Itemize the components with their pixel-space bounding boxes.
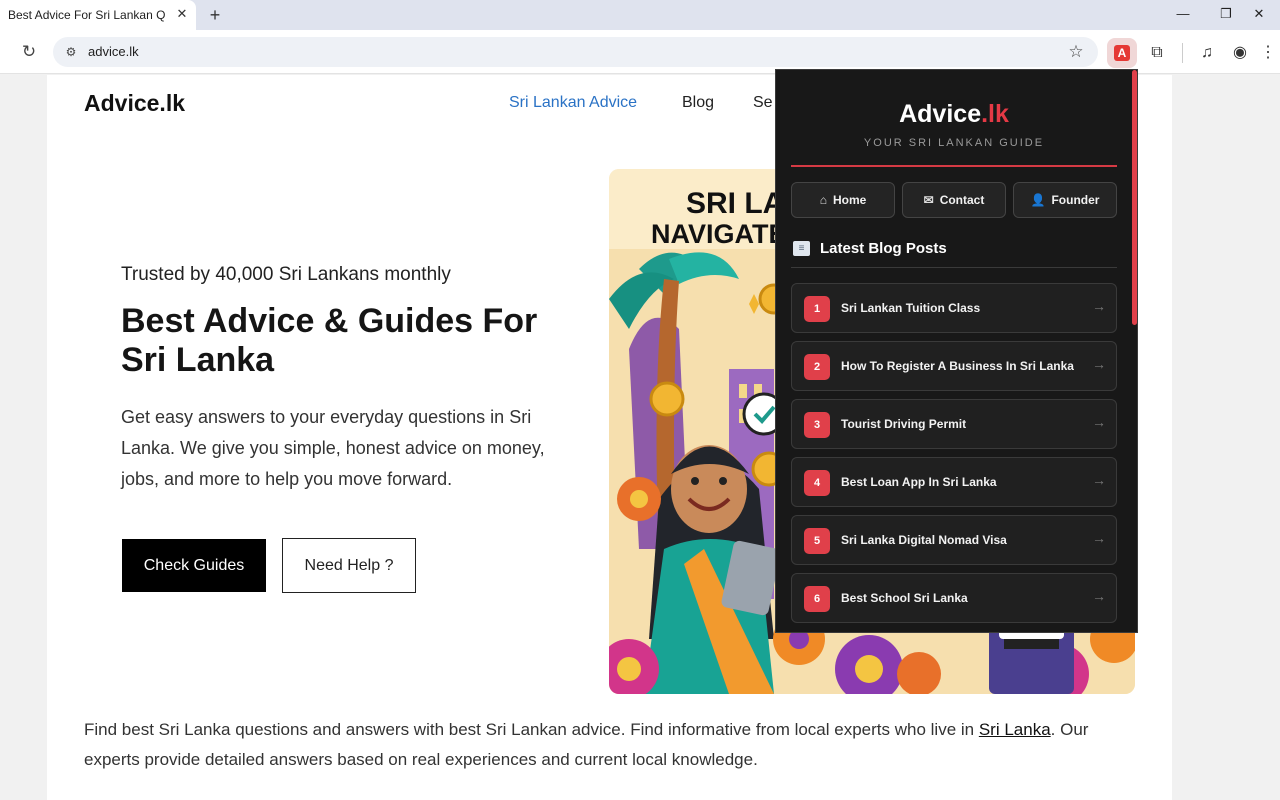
site-logo[interactable]: Advice.lk <box>84 90 185 117</box>
popup-divider <box>791 165 1117 167</box>
address-bar[interactable]: ⚙ advice.lk ☆ <box>53 37 1098 67</box>
heading-divider <box>791 267 1117 268</box>
illustration-heading-line-1: SRI LA <box>686 187 785 220</box>
advice-extension-icon: A <box>1114 45 1130 61</box>
arrow-right-icon: → <box>1092 356 1106 372</box>
blog-posts-heading-text: Latest Blog Posts <box>820 240 947 257</box>
popup-logo: Advice.lk <box>776 100 1132 129</box>
contact-button[interactable]: ✉ Contact <box>902 182 1006 218</box>
illustration-heading-line-2: NAVIGATE <box>651 219 787 249</box>
nav-blog[interactable]: Blog <box>682 94 714 112</box>
kebab-menu-icon[interactable]: ⋮ <box>1256 41 1280 65</box>
post-title: Best School Sri Lanka <box>841 591 968 605</box>
post-number-badge: 4 <box>804 470 830 496</box>
post-title: Sri Lankan Tuition Class <box>841 301 981 315</box>
arrow-right-icon: → <box>1092 588 1106 604</box>
need-help-button[interactable]: Need Help ? <box>282 538 416 593</box>
extension-popup: Advice.lk YOUR SRI LANKAN GUIDE ⌂ Home ✉… <box>775 69 1138 633</box>
blog-post-item[interactable]: 2 How To Register A Business In Sri Lank… <box>791 341 1117 391</box>
blog-post-item[interactable]: 5 Sri Lanka Digital Nomad Visa → <box>791 515 1117 565</box>
puzzle-icon[interactable]: ⧉ <box>1145 41 1169 65</box>
star-icon[interactable]: ☆ <box>1065 41 1087 63</box>
close-icon[interactable]: ✕ <box>174 6 190 22</box>
media-control-icon[interactable]: ♫ <box>1195 41 1219 65</box>
arrow-right-icon: → <box>1092 530 1106 546</box>
popup-logo-main: Advice <box>899 100 982 128</box>
trust-text: Trusted by 40,000 Sri Lankans monthly <box>121 264 451 285</box>
post-number-badge: 3 <box>804 412 830 438</box>
founder-button-label: Founder <box>1051 193 1100 207</box>
arrow-right-icon: → <box>1092 298 1106 314</box>
sri-lanka-link[interactable]: Sri Lanka <box>979 720 1051 739</box>
blog-post-item[interactable]: 3 Tourist Driving Permit → <box>791 399 1117 449</box>
browser-toolbar: ↻ ⚙ advice.lk ☆ <box>0 30 1280 74</box>
post-title: Tourist Driving Permit <box>841 417 967 431</box>
founder-button[interactable]: 👤 Founder <box>1013 182 1117 218</box>
plus-icon[interactable]: + <box>204 4 226 26</box>
popup-subtitle: YOUR SRI LANKAN GUIDE <box>863 137 1045 149</box>
newspaper-icon: ≡ <box>793 241 810 256</box>
post-title: Best Loan App In Sri Lanka <box>841 475 997 489</box>
blog-posts-heading: ≡ Latest Blog Posts <box>793 240 947 257</box>
tab-title: Best Advice For Sri Lankan Que <box>8 8 166 22</box>
check-guides-button[interactable]: Check Guides <box>122 539 266 592</box>
post-title: Sri Lanka Digital Nomad Visa <box>841 533 1007 547</box>
popup-logo-accent: .lk <box>981 100 1009 128</box>
post-number-badge: 1 <box>804 296 830 322</box>
nav-sri-lankan-advice[interactable]: Sri Lankan Advice <box>509 94 637 112</box>
intro-paragraph: Find best Sri Lanka questions and answer… <box>84 715 1114 775</box>
blog-post-item[interactable]: 1 Sri Lankan Tuition Class → <box>791 283 1117 333</box>
mail-icon: ✉ <box>923 193 934 207</box>
home-icon: ⌂ <box>819 193 827 207</box>
post-number-badge: 5 <box>804 528 830 554</box>
browser-tab[interactable]: Best Advice For Sri Lankan Que ✕ <box>0 0 196 30</box>
post-number-badge: 2 <box>804 354 830 380</box>
home-button-label: Home <box>832 193 867 207</box>
user-icon: 👤 <box>1030 193 1046 207</box>
reload-icon[interactable]: ↻ <box>18 41 40 63</box>
advice-extension-button[interactable]: A <box>1107 38 1137 68</box>
home-button[interactable]: ⌂ Home <box>791 182 895 218</box>
intro-text-start: Find best Sri Lanka questions and answer… <box>84 720 979 739</box>
contact-button-label: Contact <box>939 193 985 207</box>
hero-description: Get easy answers to your everyday questi… <box>121 407 545 489</box>
arrow-right-icon: → <box>1092 472 1106 488</box>
window-close-icon[interactable]: ✕ <box>1236 0 1280 30</box>
minimize-icon[interactable]: — <box>1160 0 1206 30</box>
blog-post-item[interactable]: 4 Best Loan App In Sri Lanka → <box>791 457 1117 507</box>
hero-title: Best Advice & Guides For Sri Lanka <box>121 302 538 379</box>
arrow-right-icon: → <box>1092 414 1106 430</box>
tab-strip: Best Advice For Sri Lankan Que ✕ + — ❐ ✕ <box>0 0 1280 30</box>
blog-post-item[interactable]: 6 Best School Sri Lanka → <box>791 573 1117 623</box>
toolbar-divider <box>1182 43 1183 63</box>
tune-icon[interactable]: ⚙ <box>63 44 79 60</box>
profile-icon[interactable]: ◉ <box>1228 41 1252 65</box>
popup-scrollbar[interactable] <box>1132 70 1137 325</box>
post-number-badge: 6 <box>804 586 830 612</box>
nav-item-partial[interactable]: Se <box>753 94 773 112</box>
url-text[interactable]: advice.lk <box>88 44 139 59</box>
post-title: How To Register A Business In Sri Lanka <box>841 359 1074 373</box>
